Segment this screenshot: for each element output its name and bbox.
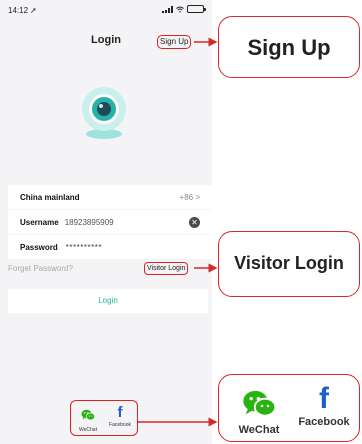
facebook-icon: f xyxy=(117,404,123,421)
forgot-password-link[interactable]: Forget Password? xyxy=(8,264,73,273)
facebook-login-button[interactable]: f Facebook xyxy=(105,404,135,429)
battery-icon xyxy=(187,5,206,13)
social-login-callout: WeChat f Facebook xyxy=(218,374,360,442)
phone-screen: 14:12 ➚ Login Sign Up China mainland +86 … xyxy=(0,0,212,444)
status-bar: 14:12 ➚ xyxy=(0,0,212,18)
status-time: 14:12 ➚ xyxy=(8,6,37,15)
visitor-login-callout: Visitor Login xyxy=(218,231,360,297)
password-row: Password ********** xyxy=(8,235,212,259)
wechat-login-button[interactable]: WeChat xyxy=(77,408,99,433)
wechat-icon xyxy=(81,409,96,421)
facebook-label: Facebook xyxy=(109,422,131,428)
username-input[interactable]: 18923895909 xyxy=(65,218,114,227)
location-arrow-icon: ➚ xyxy=(30,6,37,15)
region-label: China mainland xyxy=(20,192,80,202)
username-row: Username 18923895909 ✕ xyxy=(8,210,212,234)
callout-facebook: f Facebook xyxy=(293,382,355,429)
password-input[interactable]: ********** xyxy=(66,243,102,252)
wifi-icon xyxy=(176,6,184,13)
visitor-login-button[interactable]: Visitor Login xyxy=(144,262,189,275)
region-row[interactable]: China mainland +86 > xyxy=(8,185,212,209)
signup-button[interactable]: Sign Up xyxy=(157,35,192,49)
callout-wechat-label: WeChat xyxy=(238,424,280,436)
login-button[interactable]: Login xyxy=(8,289,208,313)
wechat-label: WeChat xyxy=(79,427,97,433)
facebook-icon: f xyxy=(319,382,329,415)
signal-icon xyxy=(162,5,173,13)
visitor-login-callout-text: Visitor Login xyxy=(234,253,344,273)
status-icons xyxy=(162,5,206,13)
status-time-text: 14:12 xyxy=(8,6,29,15)
signup-callout: Sign Up xyxy=(218,16,360,78)
callout-wechat: WeChat xyxy=(229,389,289,436)
wechat-icon xyxy=(243,390,277,417)
callout-facebook-label: Facebook xyxy=(298,416,350,428)
username-label: Username xyxy=(20,217,59,227)
region-code: +86 > xyxy=(179,192,200,202)
clear-icon[interactable]: ✕ xyxy=(189,216,200,228)
signup-callout-text: Sign Up xyxy=(247,35,331,60)
camera-icon xyxy=(82,87,126,139)
social-login-group: WeChat f Facebook xyxy=(70,400,138,436)
password-label: Password xyxy=(20,242,58,252)
